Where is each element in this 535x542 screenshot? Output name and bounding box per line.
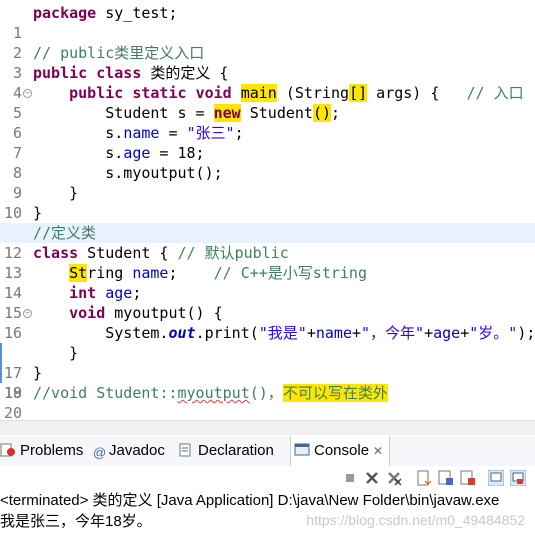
tab-problems[interactable]: Problems	[0, 436, 83, 466]
tab-declaration[interactable]: Declaration	[178, 436, 274, 466]
console-status: <terminated> 类的定义 [Java Application] D:\…	[0, 492, 535, 510]
close-icon[interactable]: ✕	[373, 444, 383, 458]
tab-console[interactable]: Console ✕	[290, 436, 391, 466]
code-line[interactable]: 7 s.name = "张三";	[0, 123, 535, 162]
code-line[interactable]: 15 int age;	[0, 283, 535, 322]
code-editor[interactable]: 1 package sy_test; 2 3 // public类里定义入口 4…	[0, 0, 535, 420]
show-stdout-icon[interactable]	[438, 470, 454, 486]
code-text: int age;	[69, 284, 142, 302]
code-line[interactable]: 4 public class 类的定义 {	[0, 63, 535, 102]
watermark: https://blog.csdn.net/m0_49484852	[306, 512, 525, 528]
horizontal-scrollbar[interactable]	[0, 420, 535, 435]
code-text: s.name = "张三";	[33, 124, 244, 142]
code-line[interactable]: 17 System.out.print("我是"+name+"，今年"+age+…	[0, 323, 535, 382]
code-text: }	[33, 364, 43, 382]
show-stderr-icon[interactable]	[460, 470, 476, 486]
code-line[interactable]: 16 − void myoutput() {	[0, 303, 535, 342]
code-comment: // public类里定义入口	[33, 44, 205, 62]
code-line[interactable]: 13 class Student { // 默认public	[0, 243, 535, 282]
code-line[interactable]: 9 s.myoutput();	[0, 163, 535, 202]
tab-label: Javadoc	[109, 442, 165, 459]
code-line[interactable]: 19 }	[0, 363, 535, 402]
console-toolbar	[0, 466, 535, 492]
problems-icon	[0, 443, 15, 457]
terminate-icon[interactable]	[342, 470, 358, 486]
code-text: class Student { // 默认public	[33, 244, 289, 262]
code-text: public class 类的定义 {	[33, 64, 229, 82]
code-comment: //定义类	[33, 224, 97, 242]
code-text: void myoutput() {	[69, 304, 223, 322]
console-icon	[294, 443, 310, 456]
code-text: }	[33, 204, 43, 222]
code-comment: //void Student::myoutput()，不可以写在类外	[33, 384, 388, 402]
code-text: System.out.print("我是"+name+"，今年"+age+"岁。…	[33, 324, 535, 342]
code-text: }	[33, 184, 79, 202]
line-number: 20	[3, 404, 22, 420]
code-text: Student s = new Student();	[33, 104, 341, 122]
remove-all-icon[interactable]	[386, 470, 402, 486]
code-line[interactable]: 14 String name; // C++是小写string	[0, 263, 535, 302]
code-line[interactable]: 5 − public static void main (String[] ar…	[0, 83, 535, 122]
code-line-current[interactable]: 12 //定义类	[0, 223, 535, 262]
code-line[interactable]: 20 //void Student::myoutput()，不可以写在类外	[0, 383, 535, 420]
code-text: }	[33, 344, 79, 362]
code-line[interactable]: 6 Student s = new Student();	[0, 103, 535, 142]
code-line[interactable]: 10 }	[0, 183, 535, 222]
code-line[interactable]: 1 package sy_test;	[0, 3, 535, 42]
at-sign-icon: @	[93, 445, 107, 460]
display-console-icon[interactable]	[510, 470, 526, 486]
code-line[interactable]: 2	[0, 23, 535, 62]
code-text: s.age = 18;	[33, 144, 205, 162]
tab-label: Console	[314, 442, 370, 459]
scroll-lock-icon[interactable]	[416, 470, 432, 486]
remove-launch-icon[interactable]	[364, 470, 380, 486]
declaration-icon	[179, 443, 191, 457]
pin-console-icon[interactable]	[488, 470, 504, 486]
fold-toggle-icon[interactable]: −	[23, 89, 32, 98]
code-line[interactable]: 8 s.age = 18;	[0, 143, 535, 182]
code-text: package sy_test;	[33, 4, 178, 22]
code-text: public static void main (String[] args) …	[69, 84, 524, 102]
view-tabs: Problems @ Javadoc Declaration Console ✕	[0, 436, 535, 466]
tab-label: Problems	[20, 442, 84, 459]
tab-label: Declaration	[198, 442, 274, 459]
tab-javadoc[interactable]: @ Javadoc	[93, 436, 165, 466]
code-line[interactable]: 18 }	[0, 343, 535, 402]
code-line[interactable]: 11 }	[0, 203, 535, 242]
code-line[interactable]: 3 // public类里定义入口	[0, 43, 535, 82]
code-text: String name; // C++是小写string	[69, 264, 367, 282]
fold-toggle-icon[interactable]: −	[23, 309, 32, 318]
code-text: s.myoutput();	[33, 164, 223, 182]
